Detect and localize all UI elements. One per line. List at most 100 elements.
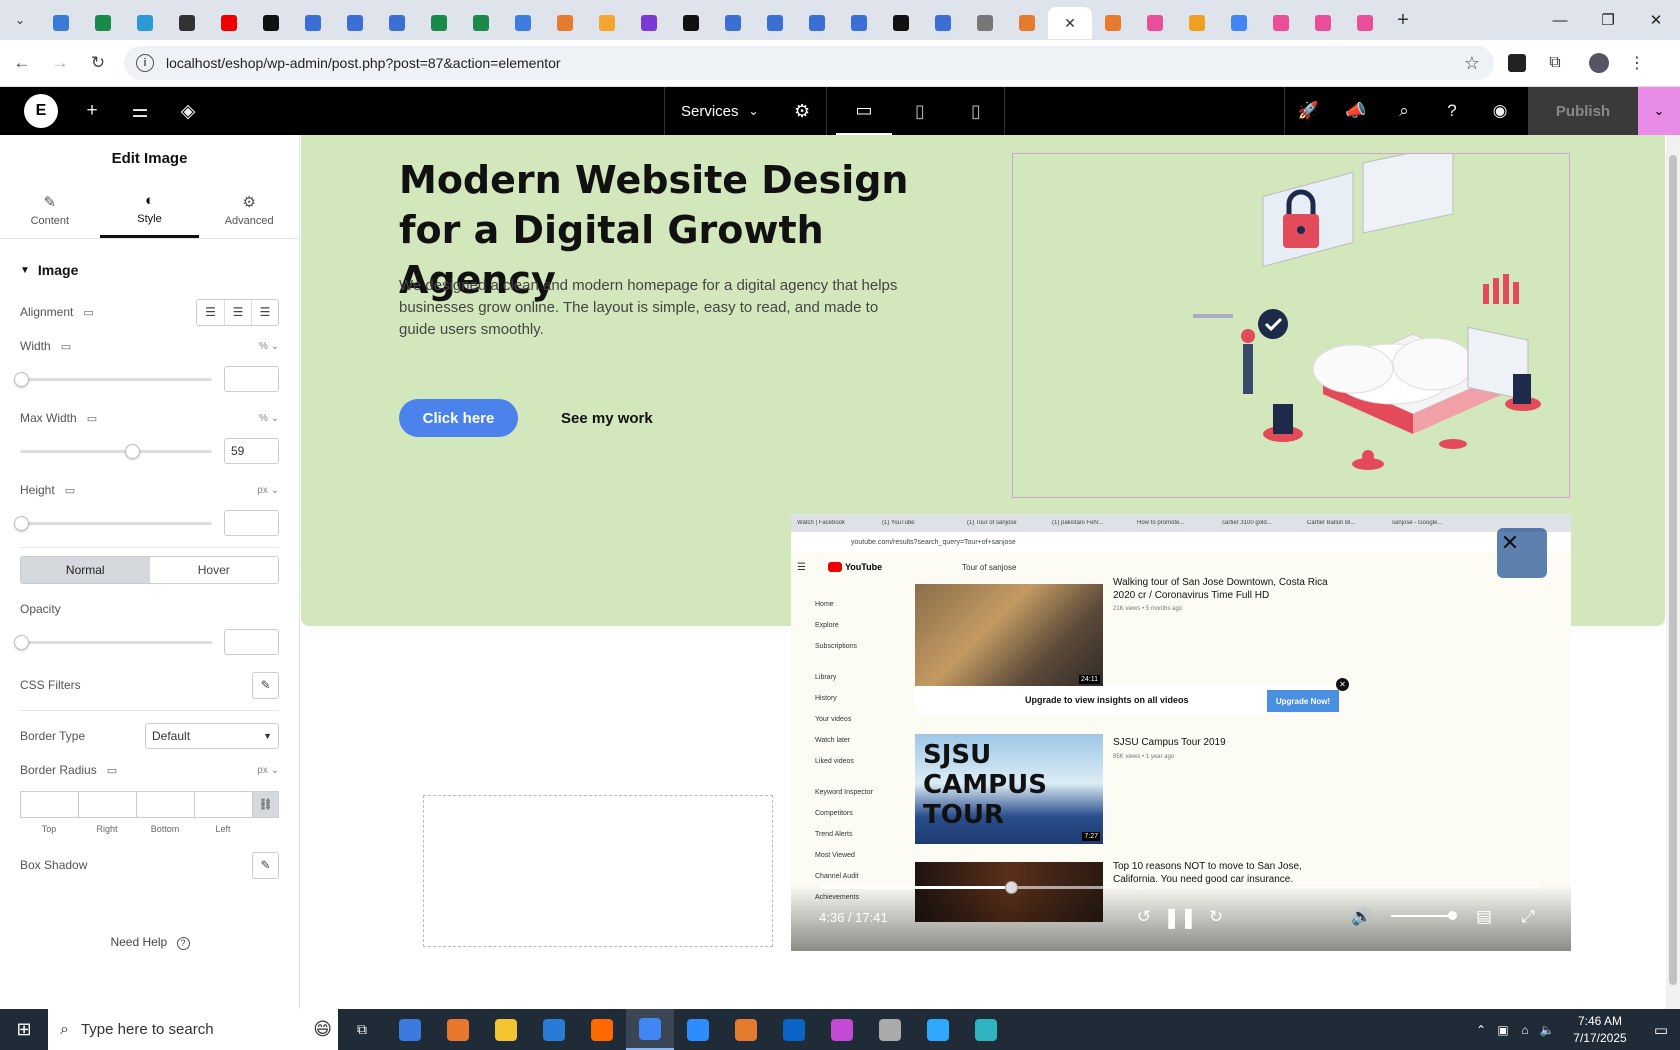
align-left-icon[interactable]: ☰ — [197, 300, 224, 325]
radius-right-input[interactable] — [78, 791, 136, 818]
edit-pencil-icon[interactable]: ✎ — [252, 671, 279, 699]
reload-icon[interactable]: ↻ — [82, 47, 114, 79]
floating-video-player[interactable]: Watch | Facebook (1) YouTube (1) Tour of s… — [791, 514, 1571, 951]
browser-tab[interactable] — [922, 7, 964, 39]
desktop-icon[interactable]: ▭ — [83, 306, 93, 319]
search-icon[interactable]: ⌕ — [1380, 87, 1428, 135]
radius-bottom-input[interactable] — [136, 791, 194, 818]
browser-tab[interactable] — [586, 7, 628, 39]
browser-menu-icon[interactable]: ⋮ — [1622, 48, 1652, 78]
height-input[interactable] — [224, 510, 279, 536]
elementor-logo-icon[interactable]: E — [24, 94, 58, 128]
rocket-icon[interactable]: 🚀 — [1284, 87, 1332, 135]
browser-tab[interactable] — [880, 7, 922, 39]
site-settings-icon[interactable]: ⚌ — [116, 87, 164, 135]
browser-tab[interactable] — [796, 7, 838, 39]
browser-tab[interactable] — [712, 7, 754, 39]
browser-tab[interactable] — [40, 7, 82, 39]
captions-icon[interactable]: ▤ — [1471, 904, 1497, 930]
browser-tab[interactable] — [418, 7, 460, 39]
browser-tab[interactable] — [124, 7, 166, 39]
width-input[interactable] — [224, 366, 279, 392]
scrollbar-thumb[interactable] — [1669, 155, 1677, 985]
unit-selector[interactable]: px ⌄ — [257, 765, 279, 776]
windows-start-icon[interactable]: ⊞ — [0, 1009, 48, 1050]
radius-top-input[interactable] — [20, 791, 78, 818]
browser-tab[interactable] — [250, 7, 292, 39]
edit-pencil-icon[interactable]: ✎ — [252, 851, 279, 879]
browser-tab[interactable] — [1006, 7, 1048, 39]
chevron-down-icon[interactable]: ⌄ — [749, 104, 759, 118]
browser-tab[interactable] — [1344, 7, 1386, 39]
restore-icon[interactable]: ❐ — [1584, 0, 1632, 40]
browser-tab[interactable] — [208, 7, 250, 39]
notification-center-icon[interactable]: ▭ — [1642, 1021, 1680, 1039]
preview-eye-icon[interactable]: ◉ — [1476, 87, 1524, 135]
taskbar-app-icon[interactable] — [818, 1009, 866, 1050]
volume-handle[interactable] — [1448, 911, 1457, 920]
taskbar-app-icon[interactable] — [386, 1009, 434, 1050]
slider-handle[interactable] — [125, 443, 141, 459]
taskbar-search[interactable]: ⌕ Type here to search 😄 — [48, 1009, 338, 1050]
browser-tab[interactable] — [166, 7, 208, 39]
hero-description[interactable]: We designed a clean and modern homepage … — [399, 275, 919, 341]
browser-tab[interactable] — [1092, 7, 1134, 39]
slider-handle[interactable] — [14, 634, 29, 650]
site-info-icon[interactable]: i — [136, 54, 154, 72]
taskbar-app-icon[interactable] — [914, 1009, 962, 1050]
canvas-scrollbar[interactable] — [1666, 135, 1680, 1009]
opacity-slider[interactable] — [14, 634, 212, 650]
structure-layers-icon[interactable]: ◈ — [164, 87, 212, 135]
slider-handle[interactable] — [14, 515, 29, 531]
unit-selector[interactable]: % ⌄ — [259, 341, 279, 352]
network-icon[interactable]: ⌂ — [1514, 1023, 1536, 1037]
hero-image-widget[interactable] — [1012, 143, 1570, 498]
browser-tab[interactable] — [1260, 7, 1302, 39]
browser-tab[interactable] — [754, 7, 796, 39]
desktop-icon[interactable]: ▭ — [107, 764, 117, 777]
taskbar-app-icon[interactable] — [530, 1009, 578, 1050]
back-icon[interactable]: ← — [6, 47, 38, 79]
empty-drop-area[interactable] — [423, 795, 773, 947]
tab-style[interactable]: ◐ Style — [99, 181, 200, 238]
forward-icon[interactable]: ↻ — [1203, 904, 1229, 930]
notifications-icon[interactable]: 📣 — [1332, 87, 1380, 135]
normal-state-tab[interactable]: Normal — [21, 557, 150, 583]
page-settings-gear-icon[interactable]: ⚙ — [779, 87, 827, 135]
publish-options-chevron-icon[interactable]: ⌄ — [1638, 87, 1680, 135]
close-tab-icon[interactable]: ✕ — [1064, 15, 1076, 32]
unit-selector[interactable]: px ⌄ — [257, 485, 279, 496]
extensions-puzzle-icon[interactable]: ⧉ — [1540, 48, 1570, 78]
unit-selector[interactable]: % ⌄ — [259, 413, 279, 424]
taskbar-app-icon[interactable] — [770, 1009, 818, 1050]
tray-app-icon[interactable]: ▣ — [1492, 1023, 1514, 1037]
browser-tab[interactable] — [1176, 7, 1218, 39]
system-clock[interactable]: 7:46 AM 7/17/2025 — [1564, 1013, 1636, 1047]
hover-state-tab[interactable]: Hover — [150, 557, 279, 583]
volume-icon[interactable]: 🔈 — [1536, 1023, 1558, 1037]
browser-tab[interactable] — [502, 7, 544, 39]
taskbar-app-icon[interactable] — [962, 1009, 1010, 1050]
bookmark-star-icon[interactable]: ☆ — [1464, 53, 1480, 74]
fullscreen-icon[interactable]: ⤢ — [1515, 904, 1541, 930]
taskbar-app-icon[interactable] — [674, 1009, 722, 1050]
progress-handle[interactable] — [1005, 881, 1019, 894]
tray-chevron-icon[interactable]: ⌃ — [1470, 1023, 1492, 1037]
browser-tab[interactable] — [376, 7, 418, 39]
browser-tab[interactable] — [292, 7, 334, 39]
align-center-icon[interactable]: ☰ — [224, 299, 251, 325]
tab-advanced[interactable]: ⚙ Advanced — [199, 181, 299, 238]
new-tab-button[interactable]: + — [1386, 3, 1420, 37]
browser-tab[interactable] — [1134, 7, 1176, 39]
opacity-input[interactable] — [224, 629, 279, 655]
taskbar-app-icon[interactable] — [578, 1009, 626, 1050]
minimize-icon[interactable]: — — [1536, 0, 1584, 40]
taskbar-app-icon[interactable] — [434, 1009, 482, 1050]
click-here-button[interactable]: Click here — [399, 399, 518, 437]
need-help-link[interactable]: Need Help ? — [0, 935, 300, 950]
page-settings-selector[interactable]: Services ⌄ ⚙ — [664, 87, 827, 135]
browser-tab[interactable] — [964, 7, 1006, 39]
link-values-icon[interactable]: ⛓ — [252, 791, 279, 818]
rewind-icon[interactable]: ↺ — [1131, 904, 1157, 930]
close-video-icon[interactable]: ✕ — [1499, 530, 1521, 555]
